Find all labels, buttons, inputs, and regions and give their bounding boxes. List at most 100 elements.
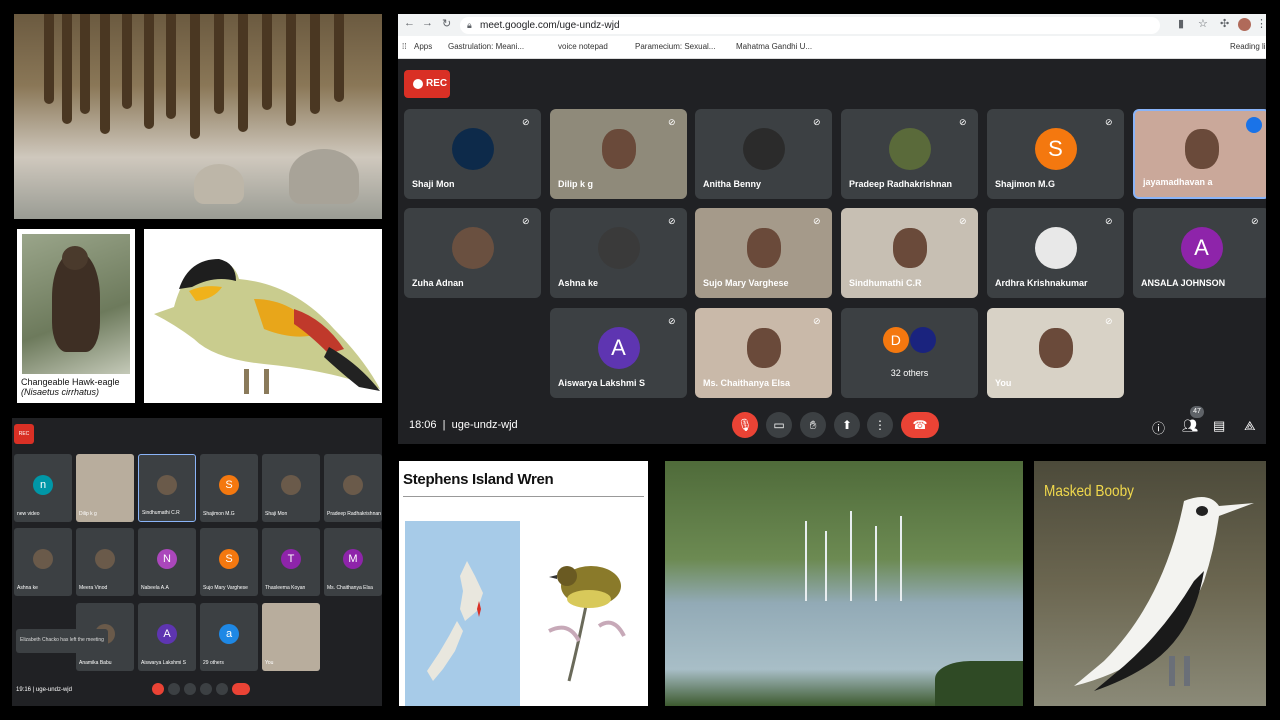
small-participant-tile: A Aiswarya Lakshmi S: [138, 603, 196, 671]
small-meet-screenshot: REC n new video Dilip k g Sindhumathi C.R S S…: [12, 418, 382, 706]
people-icon[interactable]: 👥︎: [1182, 418, 1199, 434]
address-bar[interactable]: 🔒︎ meet.google.com/uge-undz-wjd: [460, 17, 1160, 34]
small-hand-button: [184, 683, 196, 695]
extensions-icon[interactable]: ✣: [1220, 17, 1229, 30]
small-participant-name: Meera Vinod: [79, 585, 108, 591]
participant-tile[interactable]: You ⊘: [987, 308, 1124, 398]
meeting-time: 18:06: [409, 419, 437, 431]
small-participant-avatar: a: [219, 623, 239, 644]
minla-bird-illustration: [144, 229, 382, 403]
participant-tile[interactable]: Sindhumathi C.R ⊘: [841, 208, 978, 298]
participant-tile[interactable]: A ANSALA JOHNSON ⊘: [1133, 208, 1266, 298]
participant-tile[interactable]: Ardhra Krishnakumar ⊘: [987, 208, 1124, 298]
small-participant-photo: [281, 474, 301, 495]
small-present-button: [200, 683, 212, 695]
small-participant-photo: [95, 548, 115, 569]
participant-tile[interactable]: S Shajimon M.G ⊘: [987, 109, 1124, 199]
participant-video: [892, 227, 927, 268]
participant-tile[interactable]: Dilip k g ⊘: [550, 109, 687, 199]
participant-tile[interactable]: D 32 others: [841, 308, 978, 398]
url-text: meet.google.com/uge-undz-wjd: [480, 20, 620, 31]
hawk-eagle-photo: Changeable Hawk-eagle (Nisaetus cirrhatu…: [17, 229, 135, 403]
bookmarks-bar: ⁞⁞ Apps Gastrulation: Meani... voice not…: [398, 36, 1266, 59]
participant-tile[interactable]: jayamadhavan a: [1133, 109, 1266, 199]
small-camera-button: [168, 683, 180, 695]
activities-icon[interactable]: ⟁: [1244, 418, 1256, 434]
raise-hand-button[interactable]: ✋︎: [800, 412, 826, 438]
small-participant-name: Ashna ke: [17, 585, 38, 591]
participant-video: [746, 227, 781, 268]
menu-icon[interactable]: ⋮: [1256, 17, 1266, 30]
small-participant-tile: You: [262, 603, 320, 671]
small-participant-tile: Meera Vinod: [76, 528, 134, 596]
small-participant-tile: N Nabeela A.A: [138, 528, 196, 596]
meeting-time-code: 18:06 | uge-undz-wjd: [409, 419, 518, 431]
participant-avatar: A: [597, 326, 640, 369]
small-rec-badge: REC: [14, 424, 34, 444]
small-participant-tile: Pradeep Radhakrishnan: [324, 454, 382, 522]
stephens-island-wren-slide: Stephens Island Wren: [399, 461, 648, 706]
mic-muted-icon: ⊘: [1105, 216, 1113, 226]
small-participant-name: Dilip k g: [79, 511, 97, 517]
small-leave-button: [232, 683, 250, 695]
bookmark-paramecium[interactable]: Paramecium: Sexual...: [635, 42, 715, 51]
small-time: 19:16: [16, 687, 32, 693]
participant-avatar: A: [1180, 226, 1223, 269]
bookmark-gastrulation[interactable]: Gastrulation: Meani...: [448, 42, 524, 51]
chat-icon[interactable]: ▤: [1213, 418, 1225, 434]
left-meeting-toast: Elizabeth Chacko has left the meeting: [16, 629, 108, 653]
participant-tile[interactable]: Ashna ke ⊘: [550, 208, 687, 298]
participant-tile[interactable]: Shaji Mon ⊘: [404, 109, 541, 199]
participant-name: Pradeep Radhakrishnan: [849, 179, 953, 189]
mic-muted-icon: ⊘: [813, 216, 821, 226]
mic-muted-icon: ⊘: [959, 216, 967, 226]
camera-button[interactable]: ▭: [766, 412, 792, 438]
bookmark-reading-list[interactable]: Reading li: [1230, 42, 1266, 51]
participant-avatar: D: [882, 327, 909, 354]
bookmark-mahatma-gandhi[interactable]: Mahatma Gandhi U...: [736, 42, 812, 51]
participant-tile[interactable]: Zuha Adnan ⊘: [404, 208, 541, 298]
bookmark-voice-notepad[interactable]: voice notepad: [558, 42, 608, 51]
mic-muted-icon: ⊘: [959, 117, 967, 127]
hanging-fish-photo: [14, 14, 382, 219]
small-participant-name: Aiswarya Lakshmi S: [141, 660, 187, 666]
forward-icon[interactable]: →: [422, 17, 433, 29]
wren-title: Stephens Island Wren: [403, 471, 554, 488]
present-button[interactable]: ⬆: [834, 412, 860, 438]
reload-icon[interactable]: ↻: [442, 17, 451, 30]
small-participant-tile: Sindhumathi C.R: [138, 454, 196, 522]
small-participant-name: Pradeep Radhakrishnan: [327, 511, 381, 517]
participant-name: 32 others: [890, 368, 929, 378]
small-participant-tile: Dilip k g: [76, 454, 134, 522]
participant-tile[interactable]: A Aiswarya Lakshmi S ⊘: [550, 308, 687, 398]
small-participant-tile: S Shajimon M.G: [200, 454, 258, 522]
participant-tile[interactable]: Anitha Benny ⊘: [695, 109, 832, 199]
participant-count-badge: 47: [1190, 406, 1204, 418]
small-participant-avatar: S: [219, 474, 239, 495]
small-participant-tile: Shaji Mon: [262, 454, 320, 522]
small-participant-photo: [157, 474, 177, 495]
small-code: uge-undz-wjd: [35, 687, 72, 693]
participant-tile[interactable]: Sujo Mary Varghese ⊘: [695, 208, 832, 298]
profile-avatar[interactable]: [1238, 18, 1251, 31]
meet-control-bar: 18:06 | uge-undz-wjd 🎙︎ ▭ ✋︎ ⬆ ⋮ ☎︎ ⓘ 👥︎…: [398, 406, 1266, 444]
participant-name: Ashna ke: [558, 278, 599, 288]
hawk-caption-latin: (Nisaetus cirrhatus): [21, 387, 100, 397]
participant-tile[interactable]: Pradeep Radhakrishnan ⊘: [841, 109, 978, 199]
mic-muted-icon: ⊘: [522, 216, 530, 226]
camera-icon[interactable]: ▮: [1178, 17, 1184, 30]
info-icon[interactable]: ⓘ: [1152, 418, 1165, 437]
mic-muted-icon: ⊘: [522, 117, 530, 127]
participant-tile[interactable]: Ms. Chaithanya Elsa ⊘: [695, 308, 832, 398]
mic-muted-icon: ⊘: [1105, 117, 1113, 127]
back-icon[interactable]: ←: [404, 17, 415, 29]
participant-name: Shaji Mon: [412, 179, 455, 189]
bookmark-apps[interactable]: Apps: [414, 42, 432, 51]
small-participant-tile: a 29 others: [200, 603, 258, 671]
small-participant-avatar: A: [157, 623, 177, 644]
more-options-button[interactable]: ⋮: [867, 412, 893, 438]
bookmark-star-icon[interactable]: ☆: [1198, 17, 1208, 30]
mic-off-button[interactable]: 🎙︎: [732, 412, 758, 438]
small-participant-name: Thasleema Koyan: [265, 585, 306, 591]
leave-call-button[interactable]: ☎︎: [901, 412, 939, 438]
